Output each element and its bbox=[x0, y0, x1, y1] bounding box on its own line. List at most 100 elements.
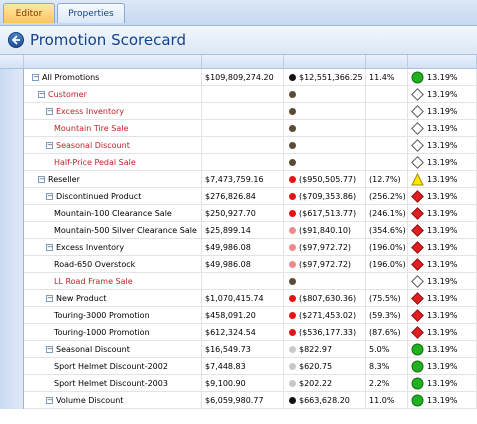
row-selector[interactable] bbox=[0, 392, 24, 409]
table-row[interactable]: − All Promotions $109,809,274.20 $12,551,36… bbox=[0, 69, 477, 86]
collapse-toggle-icon[interactable]: − bbox=[32, 74, 39, 81]
scorecard-grid: − All Promotions $109,809,274.20 $12,551,36… bbox=[0, 55, 477, 424]
actual-value: ($536,177.33) bbox=[299, 328, 357, 337]
collapse-toggle-icon[interactable]: − bbox=[46, 108, 53, 115]
row-label: Mountain Tire Sale bbox=[54, 124, 129, 133]
actual-cell bbox=[284, 86, 366, 103]
status-dot-icon bbox=[289, 329, 296, 336]
collapse-toggle-icon[interactable]: − bbox=[38, 176, 45, 183]
table-row[interactable]: Road-650 Overstock $49,986.08 ($97,972.72)… bbox=[0, 256, 477, 273]
table-row[interactable]: − Customer 13.19% bbox=[0, 86, 477, 103]
collapse-toggle-icon[interactable]: − bbox=[46, 346, 53, 353]
table-row[interactable]: Half-Price Pedal Sale 13.19% bbox=[0, 154, 477, 171]
collapse-toggle-icon[interactable]: − bbox=[46, 244, 53, 251]
diamond-empty-icon bbox=[411, 122, 424, 135]
row-selector[interactable] bbox=[0, 273, 24, 290]
table-row[interactable]: − Discontinued Product $276,826.84 ($709,35… bbox=[0, 188, 477, 205]
status-dot-icon bbox=[289, 363, 296, 370]
row-selector[interactable] bbox=[0, 137, 24, 154]
table-row[interactable]: LL Road Frame Sale 13.19% bbox=[0, 273, 477, 290]
status-dot-icon bbox=[289, 74, 296, 81]
variance-percent: 8.3% bbox=[366, 358, 408, 375]
collapse-toggle-icon[interactable]: − bbox=[46, 193, 53, 200]
row-selector[interactable] bbox=[0, 86, 24, 103]
row-selector[interactable] bbox=[0, 341, 24, 358]
table-row[interactable]: Touring-3000 Promotion $458,091.20 ($271,4… bbox=[0, 307, 477, 324]
row-selector[interactable] bbox=[0, 154, 24, 171]
tab-properties[interactable]: Properties bbox=[57, 3, 125, 23]
variance-percent: (12.7%) bbox=[366, 171, 408, 188]
row-selector[interactable] bbox=[0, 188, 24, 205]
status-dot-icon bbox=[289, 397, 296, 404]
status-dot-icon bbox=[289, 312, 296, 319]
table-row[interactable]: Sport Helmet Discount-2003 $9,100.90 $202.… bbox=[0, 375, 477, 392]
target-value: $16,549.73 bbox=[202, 341, 284, 358]
table-row[interactable]: Mountain-100 Clearance Sale $250,927.70 ($… bbox=[0, 205, 477, 222]
table-row[interactable]: − Reseller $7,473,759.16 ($950,505.77) (12.7… bbox=[0, 171, 477, 188]
actual-cell: ($807,630.36) bbox=[284, 290, 366, 307]
row-name-cell: − Excess Inventory bbox=[24, 239, 202, 256]
status-dot-icon bbox=[289, 227, 296, 234]
variance-percent: 5.0% bbox=[366, 341, 408, 358]
row-label: Customer bbox=[48, 90, 87, 99]
target-value bbox=[202, 103, 284, 120]
row-label: Seasonal Discount bbox=[56, 345, 130, 354]
status-dot-icon bbox=[289, 244, 296, 251]
table-row[interactable]: − New Product $1,070,415.74 ($807,630.36) (7… bbox=[0, 290, 477, 307]
table-row[interactable]: Sport Helmet Discount-2002 $7,448.83 $620.… bbox=[0, 358, 477, 375]
target-value: $458,091.20 bbox=[202, 307, 284, 324]
diamond-red-icon bbox=[411, 224, 424, 237]
variance-percent: (354.6%) bbox=[366, 222, 408, 239]
row-selector[interactable] bbox=[0, 307, 24, 324]
row-selector[interactable] bbox=[0, 171, 24, 188]
collapse-toggle-icon[interactable]: − bbox=[46, 142, 53, 149]
collapse-toggle-icon[interactable]: − bbox=[46, 295, 53, 302]
row-selector[interactable] bbox=[0, 324, 24, 341]
table-row[interactable]: Mountain Tire Sale 13.19% bbox=[0, 120, 477, 137]
tab-editor[interactable]: Editor bbox=[3, 3, 55, 23]
score-value: 13.19% bbox=[427, 124, 458, 133]
table-row[interactable]: Mountain-500 Silver Clearance Sale $25,89… bbox=[0, 222, 477, 239]
row-label: LL Road Frame Sale bbox=[54, 277, 133, 286]
table-row[interactable]: − Excess Inventory 13.19% bbox=[0, 103, 477, 120]
row-name-cell: Road-650 Overstock bbox=[24, 256, 202, 273]
row-selector[interactable] bbox=[0, 239, 24, 256]
actual-cell: $620.75 bbox=[284, 358, 366, 375]
diamond-red-icon bbox=[411, 207, 424, 220]
table-row[interactable]: − Seasonal Discount $16,549.73 $822.97 5.0% 1… bbox=[0, 341, 477, 358]
row-label: Mountain-100 Clearance Sale bbox=[54, 209, 172, 218]
back-arrow-icon[interactable] bbox=[8, 32, 24, 48]
row-name-cell: LL Road Frame Sale bbox=[24, 273, 202, 290]
row-selector[interactable] bbox=[0, 222, 24, 239]
actual-cell bbox=[284, 273, 366, 290]
table-row[interactable]: − Seasonal Discount 13.19% bbox=[0, 137, 477, 154]
actual-value: ($950,505.77) bbox=[299, 175, 357, 184]
table-row[interactable]: Touring-1000 Promotion $612,324.54 ($536,1… bbox=[0, 324, 477, 341]
variance-percent: (196.0%) bbox=[366, 256, 408, 273]
row-selector[interactable] bbox=[0, 120, 24, 137]
score-cell: 13.19% bbox=[408, 307, 477, 324]
diamond-red-icon bbox=[411, 326, 424, 339]
row-name-cell: Half-Price Pedal Sale bbox=[24, 154, 202, 171]
variance-percent bbox=[366, 103, 408, 120]
row-label: Excess Inventory bbox=[56, 243, 125, 252]
collapse-toggle-icon[interactable]: − bbox=[38, 91, 45, 98]
row-selector[interactable] bbox=[0, 103, 24, 120]
actual-cell: ($97,972.72) bbox=[284, 256, 366, 273]
row-name-cell: − Seasonal Discount bbox=[24, 137, 202, 154]
status-dot-icon bbox=[289, 295, 296, 302]
row-selector[interactable] bbox=[0, 358, 24, 375]
table-row[interactable]: − Excess Inventory $49,986.08 ($97,972.72)(… bbox=[0, 239, 477, 256]
collapse-toggle-icon[interactable]: − bbox=[46, 397, 53, 404]
diamond-red-icon bbox=[411, 258, 424, 271]
score-value: 13.19% bbox=[427, 141, 458, 150]
actual-cell: $822.97 bbox=[284, 341, 366, 358]
row-selector[interactable] bbox=[0, 290, 24, 307]
actual-cell: ($91,840.10) bbox=[284, 222, 366, 239]
table-row[interactable]: − Volume Discount $6,059,980.77 $663,628.20… bbox=[0, 392, 477, 409]
row-selector[interactable] bbox=[0, 375, 24, 392]
row-selector[interactable] bbox=[0, 256, 24, 273]
row-selector[interactable] bbox=[0, 205, 24, 222]
row-name-cell: Touring-1000 Promotion bbox=[24, 324, 202, 341]
row-selector[interactable] bbox=[0, 69, 24, 86]
